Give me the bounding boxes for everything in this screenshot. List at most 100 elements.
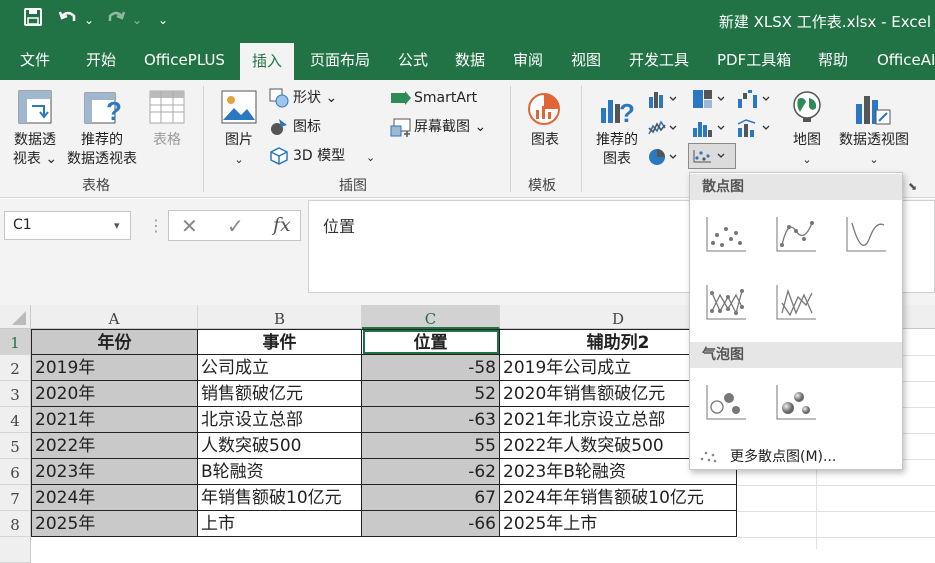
cell-c1[interactable]: 位置 [362,329,500,355]
combo-chart-icon[interactable] [737,118,773,142]
tab-help[interactable]: 帮助 [818,40,848,80]
scatter-markers-only-option[interactable] [704,215,748,259]
cell-c3[interactable]: 52 [362,381,500,407]
undo-dropdown-icon[interactable]: ⌄ [84,8,94,32]
cell-a8[interactable]: 2025年 [31,511,198,537]
cell-b5[interactable]: 人数突破500 [198,433,362,459]
pivot-table-button[interactable]: 数据透 视表 ⌄ [8,131,62,169]
more-scatter-charts-link[interactable]: 更多散点图(M)... [730,446,836,466]
cell-a1[interactable]: 年份 [31,329,198,355]
cell-a7[interactable]: 2024年 [31,485,198,511]
cell-c8[interactable]: -66 [362,511,500,537]
cell-a5[interactable]: 2022年 [31,433,198,459]
row-header-8[interactable]: 8 [0,511,31,537]
tab-page-layout[interactable]: 页面布局 [310,40,370,80]
stat-chart-icon[interactable] [692,118,728,142]
group-templates-label: 模板 [528,178,556,194]
recommended-pivot-button[interactable]: 推荐的 数据透视表 [62,131,142,169]
tab-pdf-tools[interactable]: PDF工具箱 [717,40,791,80]
cancel-icon[interactable]: ✕ [181,214,198,238]
shapes-button[interactable]: 形状 ⌄ [293,89,337,108]
name-box[interactable]: C1 [4,211,131,240]
tab-officeai[interactable]: OfficeAI [877,40,935,80]
line-chart-icon[interactable] [648,118,680,142]
smartart-button[interactable]: SmartArt [414,89,477,108]
cell-a4[interactable]: 2021年 [31,407,198,433]
dialog-launcher-icon[interactable]: ⬊ [908,180,917,193]
pie-chart-icon[interactable] [648,147,680,171]
cell-b7[interactable]: 年销售额破10亿元 [198,485,362,511]
chart-template-button[interactable]: 图表 [522,131,568,150]
cell-b6[interactable]: B轮融资 [198,459,362,485]
3d-model-button[interactable]: 3D 模型 [293,147,345,166]
screenshot-button[interactable]: 屏幕截图 ⌄ [414,118,486,137]
recommended-charts-button[interactable]: 推荐的 图表 [592,131,642,169]
pivot-chart-button[interactable]: 数据透视图 ⌄ [834,131,914,169]
tab-view[interactable]: 视图 [571,40,601,80]
cell-c2[interactable]: -58 [362,355,500,381]
scatter-straight-lines-option[interactable] [774,283,818,327]
row-header-1[interactable]: 1 [0,329,31,355]
save-icon[interactable] [24,8,42,32]
cell-b3[interactable]: 销售额破亿元 [198,381,362,407]
cell-b4[interactable]: 北京设立总部 [198,407,362,433]
map-button[interactable]: 地图 ⌄ [784,131,830,169]
chevron-down-icon[interactable]: ⌄ [366,148,375,167]
chevron-down-icon: ⌄ [869,153,879,166]
tab-review[interactable]: 审阅 [513,40,543,80]
title-bar: ⌄ ⌄ ⌄ 新建 XLSX 工作表.xlsx - Excel [0,0,935,40]
row-header-5[interactable]: 5 [0,433,31,459]
enter-icon[interactable]: ✓ [227,214,244,238]
tab-officeplus[interactable]: OfficePLUS [144,40,225,80]
row-header-4[interactable]: 4 [0,407,31,433]
undo-icon[interactable] [58,8,78,32]
hierarchy-chart-icon[interactable] [692,89,728,113]
row-header-9[interactable] [0,537,31,563]
scatter-straight-markers-option[interactable] [704,283,748,327]
tab-developer[interactable]: 开发工具 [629,40,689,80]
cell-c4[interactable]: -63 [362,407,500,433]
scatter-smooth-lines-option[interactable] [844,215,888,259]
cell-a2[interactable]: 2019年 [31,355,198,381]
table-button[interactable]: 表格 [144,131,190,150]
redo-dropdown-icon[interactable]: ⌄ [132,8,142,32]
scatter-chart-button[interactable] [688,143,736,169]
function-icon[interactable]: fx [273,214,291,236]
redo-icon[interactable] [106,8,126,32]
namebox-dropdown-icon[interactable]: ▾ [114,219,120,232]
scatter-smooth-markers-option[interactable] [774,215,818,259]
customize-icon[interactable]: ⌄ [158,8,168,32]
cell-b8[interactable]: 上市 [198,511,362,537]
row-header-2[interactable]: 2 [0,355,31,381]
bubble-option[interactable] [704,383,748,427]
cell-a3[interactable]: 2020年 [31,381,198,407]
cell-b1[interactable]: 事件 [198,329,362,355]
column-header-a[interactable]: A [31,305,198,329]
cell-b2[interactable]: 公司成立 [198,355,362,381]
tab-formulas[interactable]: 公式 [398,40,428,80]
3d-bubble-option[interactable] [774,383,818,427]
cell-c7[interactable]: 67 [362,485,500,511]
tab-home[interactable]: 开始 [86,40,116,80]
column-header-c[interactable]: C [362,305,500,329]
tab-data[interactable]: 数据 [455,40,485,80]
scatter-chart-dropdown: 散点图 气泡图 更多散点图(M)... [689,172,903,470]
tab-file[interactable]: 文件 [20,40,50,80]
cell-d7[interactable]: 2024年年销售额破10亿元 [500,485,737,511]
waterfall-chart-icon[interactable] [737,89,773,113]
column-chart-icon[interactable] [648,89,680,113]
row-header-3[interactable]: 3 [0,381,31,407]
cell-c6[interactable]: -62 [362,459,500,485]
picture-button[interactable]: 图片 ⌄ [216,131,262,169]
tab-insert[interactable]: 插入 [240,43,295,80]
chevron-down-icon: ⌄ [802,153,812,166]
select-all-corner[interactable] [0,305,31,329]
pivot-table-icon [18,90,52,128]
icons-button[interactable]: 图标 [293,118,321,137]
cell-d8[interactable]: 2025年上市 [500,511,737,537]
row-header-6[interactable]: 6 [0,459,31,485]
column-header-b[interactable]: B [198,305,362,329]
cell-c5[interactable]: 55 [362,433,500,459]
row-header-7[interactable]: 7 [0,485,31,511]
cell-a6[interactable]: 2023年 [31,459,198,485]
